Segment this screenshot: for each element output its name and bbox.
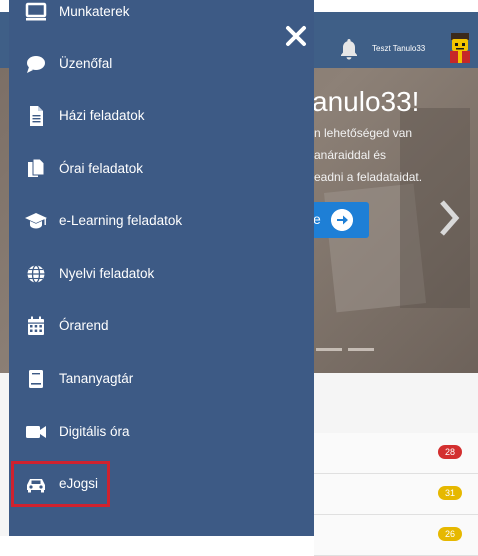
menu-item-uzenofal[interactable]: Üzenőfal — [9, 44, 314, 84]
menu-item-label: Munkaterek — [59, 4, 130, 19]
menu-item-label: Üzenőfal — [59, 56, 113, 71]
menu-item-nyelvi-feladatok[interactable]: Nyelvi feladatok — [9, 254, 314, 294]
book-icon — [29, 370, 43, 388]
menu-item-hazi-feladatok[interactable]: Házi feladatok — [9, 96, 314, 136]
menu-item-ejogsi[interactable]: eJogsi — [9, 464, 314, 504]
graduation-cap-icon — [25, 213, 47, 229]
hero-text-line: n lehetőséged van — [314, 126, 413, 140]
hero-title: anulo33! — [312, 86, 420, 117]
car-icon — [27, 479, 45, 493]
menu-item-e-learning-feladatok[interactable]: e-Learning feladatok — [9, 201, 314, 241]
menu-item-orai-feladatok[interactable]: Órai feladatok — [9, 149, 314, 189]
bell-icon[interactable] — [338, 37, 360, 61]
menu-item-label: eJogsi — [59, 476, 99, 491]
menu-item-munkaterek[interactable]: Munkaterek — [9, 0, 314, 32]
hero-cta-label: e — [313, 211, 321, 227]
menu-item-label: Digitális óra — [59, 424, 130, 439]
document-icon — [30, 106, 43, 126]
hero-cta-button[interactable]: e — [305, 202, 369, 238]
menu-item-label: Órai feladatok — [59, 161, 144, 176]
desktop-icon — [25, 2, 47, 21]
calendar-icon — [28, 316, 44, 335]
chevron-right-icon[interactable] — [436, 198, 462, 238]
menu-item-label: Tananyagtár — [59, 371, 134, 386]
copy-documents-icon — [28, 159, 45, 177]
menu-item-orarend[interactable]: Órarend — [9, 306, 314, 346]
hero-text-line: eadni a feladataidat. — [314, 170, 423, 184]
menu-item-label: e-Learning feladatok — [59, 213, 183, 228]
menu-item-tananyagtar[interactable]: Tananyagtár — [9, 359, 314, 399]
arrow-right-circle-icon — [331, 209, 353, 231]
menu-item-label: Nyelvi feladatok — [59, 266, 155, 281]
video-camera-icon — [26, 426, 46, 438]
list-item[interactable]: 28 — [314, 433, 478, 474]
chat-bubble-icon — [27, 56, 45, 73]
menu-item-digitalis-ora[interactable]: Digitális óra — [9, 412, 314, 452]
count-badge: 28 — [438, 445, 462, 459]
avatar[interactable] — [448, 32, 472, 64]
side-drawer: Munkaterek Üzenőfal Házi feladatok Órai … — [9, 0, 314, 536]
globe-icon — [27, 264, 45, 284]
count-badge: 31 — [438, 486, 462, 500]
hero-text-line: anáraiddal és — [314, 148, 387, 162]
menu-item-label: Házi feladatok — [59, 108, 145, 123]
list-item[interactable]: 31 — [314, 474, 478, 515]
count-badge: 26 — [438, 527, 462, 541]
menu-item-label: Órarend — [59, 318, 109, 333]
user-name[interactable]: Teszt Tanulo33 — [372, 44, 425, 53]
